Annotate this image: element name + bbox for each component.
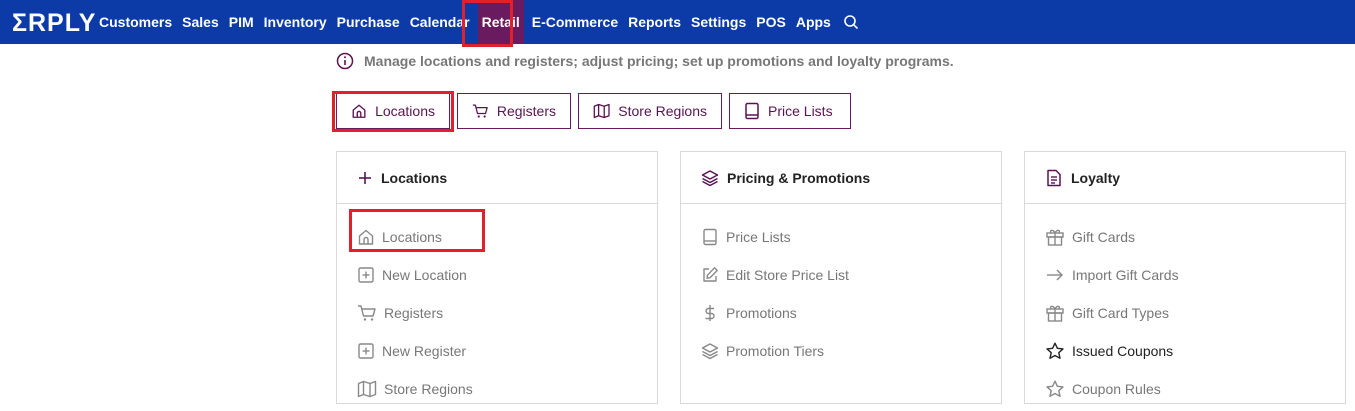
edit-icon [703,267,718,282]
card-link-list: Price Lists Edit Store Price List Promot… [681,204,1001,370]
star-icon [1046,342,1064,359]
document-icon [1047,169,1061,186]
link-label: New Location [382,267,467,283]
link-label: New Register [382,343,467,359]
card-title: Pricing & Promotions [727,169,871,186]
link-label: Registers [384,305,444,321]
nav-item-reports[interactable]: Reports [628,0,681,44]
star-icon [1046,380,1064,397]
plus-square-icon [358,343,374,359]
plus-icon [359,171,371,184]
link-label: Edit Store Price List [726,267,849,283]
tab-label: Price Lists [768,103,833,119]
cart-icon [358,305,376,321]
nav-item-calendar[interactable]: Calendar [410,0,470,44]
nav-item-sales[interactable]: Sales [182,0,219,44]
nav-item-inventory[interactable]: Inventory [264,0,327,44]
main-nav: Customers Sales PIM Inventory Purchase C… [99,0,859,44]
card-header: Pricing & Promotions [681,152,1001,204]
link-import-gift-cards[interactable]: Import Gift Cards [1025,256,1345,294]
layers-icon [701,169,719,186]
link-label: Promotions [726,305,797,321]
nav-item-customers[interactable]: Customers [99,0,172,44]
nav-item-retail[interactable]: Retail [477,0,524,44]
map-icon [593,103,610,119]
nav-item-pos[interactable]: POS [756,0,786,44]
link-new-location[interactable]: New Location [337,256,657,294]
link-registers[interactable]: Registers [337,294,657,332]
nav-item-pim[interactable]: PIM [229,0,254,44]
link-gift-cards[interactable]: Gift Cards [1025,218,1345,256]
tab-label: Locations [375,103,435,119]
link-label: Price Lists [726,229,791,245]
home-icon [358,229,374,245]
search-icon[interactable] [843,14,859,30]
gift-icon [1046,229,1064,246]
link-new-register[interactable]: New Register [337,332,657,370]
link-edit-store-price-list[interactable]: Edit Store Price List [681,256,1001,294]
card-header: Loyalty [1025,152,1345,204]
link-label: Issued Coupons [1072,343,1174,359]
link-price-lists[interactable]: Price Lists [681,218,1001,256]
info-icon [336,52,354,70]
link-label: Gift Cards [1072,229,1136,245]
top-navigation-bar: ΣRPLY Customers Sales PIM Inventory Purc… [0,0,1355,44]
erply-logo[interactable]: ΣRPLY [12,10,96,36]
retail-tabs: Locations Registers Store Regions Price … [336,93,858,129]
link-locations[interactable]: Locations [337,218,657,256]
card-title: Locations [381,169,448,186]
tab-locations[interactable]: Locations [336,93,450,129]
layers-icon [701,343,719,360]
link-promotions[interactable]: Promotions [681,294,1001,332]
tab-store-regions[interactable]: Store Regions [578,93,722,129]
nav-item-apps[interactable]: Apps [796,0,831,44]
loyalty-card: Loyalty Gift Cards Import Gift Cards Gif… [1024,151,1346,404]
card-link-list: Gift Cards Import Gift Cards Gift Card T… [1025,204,1345,408]
book-icon [703,228,717,246]
link-gift-card-types[interactable]: Gift Card Types [1025,294,1345,332]
map-icon [357,380,377,398]
link-label: Locations [382,229,442,245]
link-label: Gift Card Types [1072,305,1170,321]
link-label: Coupon Rules [1072,381,1161,397]
card-link-list: Locations New Location Registers New Reg… [337,204,657,408]
locations-card: Locations Locations New Location Registe… [336,151,658,404]
nav-item-ecommerce[interactable]: E-Commerce [532,0,618,44]
tab-price-lists[interactable]: Price Lists [729,93,851,129]
info-message: Manage locations and registers; adjust p… [336,52,954,70]
tab-registers[interactable]: Registers [457,93,571,129]
cart-icon [472,104,488,118]
nav-item-settings[interactable]: Settings [691,0,746,44]
gift-icon [1046,305,1064,322]
link-label: Promotion Tiers [726,343,825,359]
link-coupon-rules[interactable]: Coupon Rules [1025,370,1345,408]
link-store-regions[interactable]: Store Regions [337,370,657,408]
link-issued-coupons[interactable]: Issued Coupons [1025,332,1345,370]
nav-item-purchase[interactable]: Purchase [337,0,400,44]
arrow-right-icon [1047,269,1063,281]
link-label: Import Gift Cards [1072,267,1179,283]
dollar-icon [705,305,715,321]
book-icon [745,102,759,120]
card-title: Loyalty [1071,169,1121,186]
pricing-promotions-card: Pricing & Promotions Price Lists Edit St… [680,151,1002,404]
tab-label: Registers [496,103,556,119]
info-text: Manage locations and registers; adjust p… [364,53,954,69]
tab-label: Store Regions [618,103,707,119]
card-header: Locations [337,152,657,204]
plus-square-icon [358,267,374,283]
link-promotion-tiers[interactable]: Promotion Tiers [681,332,1001,370]
link-label: Store Regions [384,381,473,397]
home-icon [352,104,366,118]
